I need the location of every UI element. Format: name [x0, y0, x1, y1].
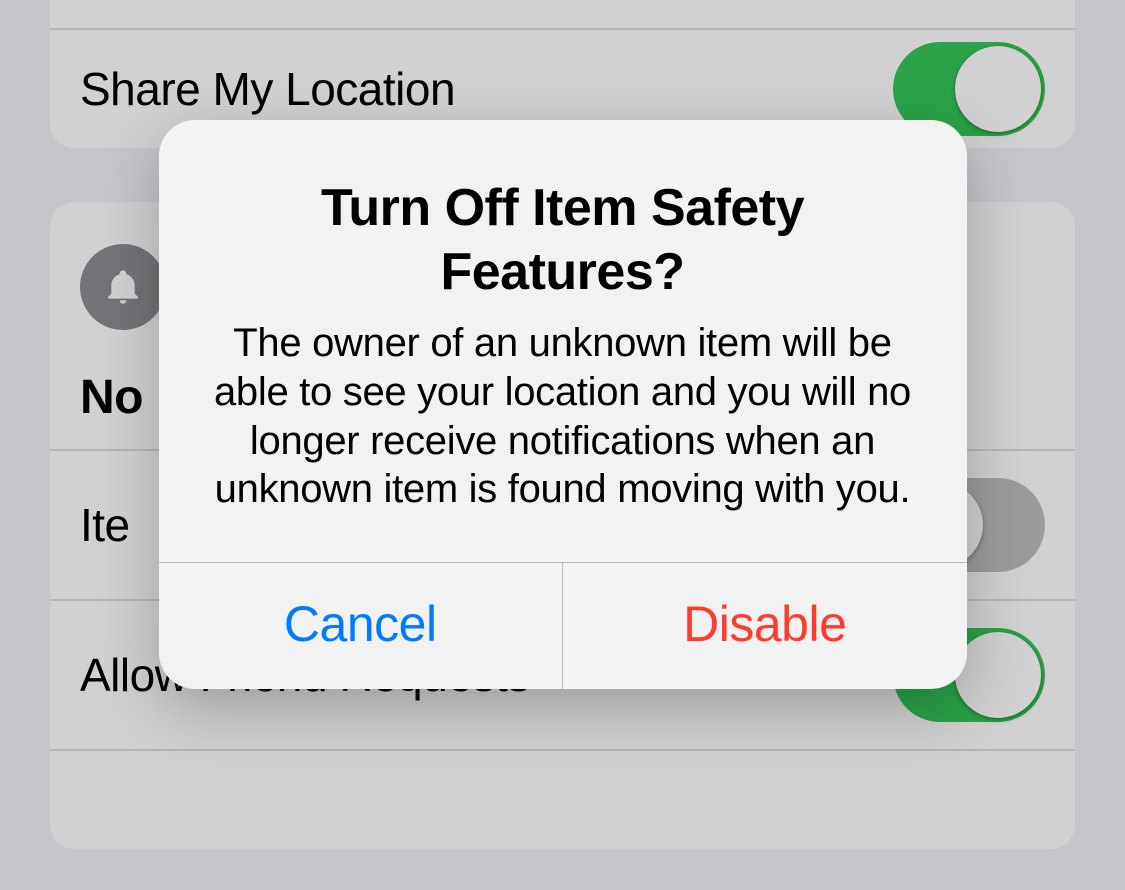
disable-button[interactable]: Disable: [562, 563, 967, 689]
alert-message: The owner of an unknown item will be abl…: [203, 319, 923, 514]
alert-button-bar: Cancel Disable: [159, 562, 967, 689]
cancel-button[interactable]: Cancel: [159, 563, 563, 689]
confirmation-alert: Turn Off Item Safety Features? The owner…: [159, 120, 967, 689]
alert-title: Turn Off Item Safety Features?: [203, 176, 923, 305]
